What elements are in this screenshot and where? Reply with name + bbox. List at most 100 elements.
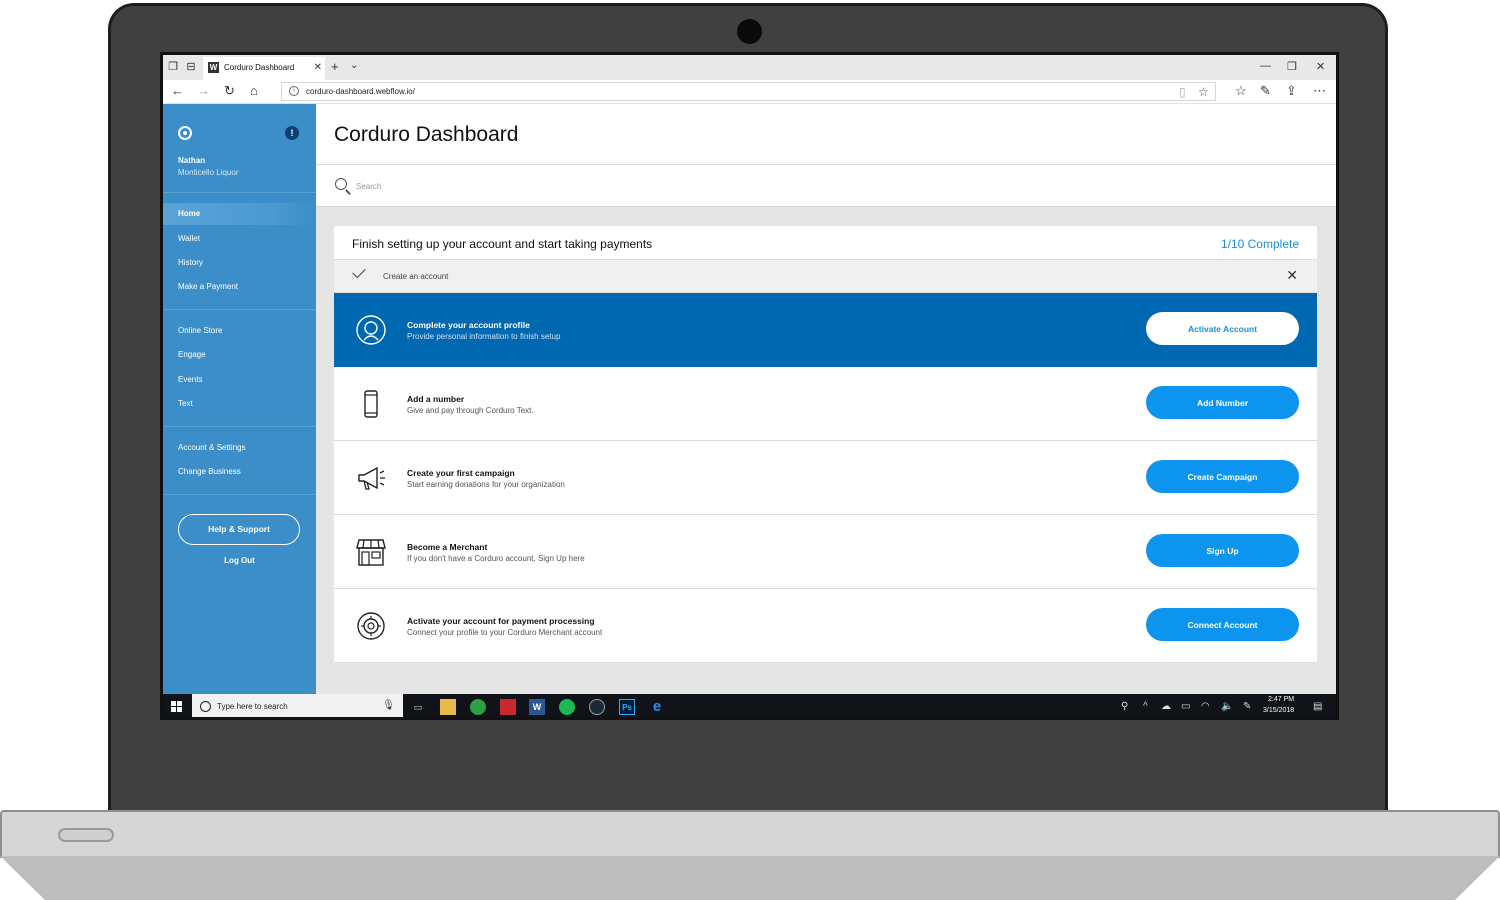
- task-subtitle: Start earning donations for your organiz…: [407, 480, 565, 489]
- mobile-phone-icon: [364, 390, 378, 418]
- connect-account-button[interactable]: Connect Account: [1146, 608, 1299, 641]
- activate-account-button[interactable]: Activate Account: [1146, 312, 1299, 345]
- sidebar-item-history[interactable]: History: [163, 252, 316, 274]
- webpage: ! Nathan Monticello Liquor Home Wallet H…: [163, 104, 1336, 694]
- task-row: Become a Merchant If you don't have a Co…: [334, 515, 1317, 589]
- restore-icon[interactable]: ❐: [1287, 60, 1297, 73]
- chevron-down-icon[interactable]: ⌄: [350, 60, 358, 71]
- create-campaign-button[interactable]: Create Campaign: [1146, 460, 1299, 493]
- sidebar-item-account-settings[interactable]: Account & Settings: [163, 437, 316, 459]
- sidebar-item-wallet[interactable]: Wallet: [163, 228, 316, 250]
- pen-icon[interactable]: ✎: [1260, 84, 1271, 98]
- setup-card-header: Finish setting up your account and start…: [334, 226, 1317, 260]
- sign-up-button[interactable]: Sign Up: [1146, 534, 1299, 567]
- setup-title: Finish setting up your account and start…: [352, 237, 653, 251]
- spotify-icon[interactable]: [559, 699, 575, 715]
- completed-step-label: Create an account: [383, 272, 449, 281]
- refresh-icon[interactable]: ↻: [224, 84, 235, 98]
- sidebar-item-change-business[interactable]: Change Business: [163, 461, 316, 483]
- windows-start-icon[interactable]: [171, 701, 182, 712]
- url-text[interactable]: corduro-dashboard.webflow.io/: [306, 87, 415, 96]
- favorite-star-icon[interactable]: ☆: [1198, 85, 1209, 99]
- search-icon[interactable]: [335, 178, 347, 190]
- sidebar-item-home[interactable]: Home: [163, 203, 316, 225]
- taskbar-search[interactable]: Type here to search 🎙: [192, 694, 403, 717]
- task-title: Activate your account for payment proces…: [407, 616, 595, 626]
- clock-date[interactable]: 3/15/2018: [1263, 707, 1294, 714]
- sidebar-item-text[interactable]: Text: [163, 393, 316, 415]
- sidebar-divider: [163, 426, 316, 427]
- logout-link[interactable]: Log Out: [163, 556, 316, 565]
- browser-tab-bar: ❐ ⊟ W Corduro Dashboard ✕ + ⌄ — ❐ ✕: [163, 55, 1336, 80]
- action-center-icon[interactable]: ▤: [1313, 701, 1322, 712]
- favorites-hub-icon[interactable]: ☆: [1235, 84, 1247, 98]
- browser-tab[interactable]: W Corduro Dashboard ✕: [203, 57, 325, 80]
- webflow-favicon-icon: W: [208, 62, 219, 73]
- more-icon[interactable]: ⋯: [1313, 84, 1326, 98]
- taskbar-search-placeholder[interactable]: Type here to search: [217, 702, 288, 711]
- acrobat-icon[interactable]: [500, 699, 516, 715]
- share-icon[interactable]: ⇪: [1286, 84, 1297, 98]
- add-number-button[interactable]: Add Number: [1146, 386, 1299, 419]
- task-title: Add a number: [407, 394, 465, 404]
- clock-time[interactable]: 2:47 PM: [1268, 696, 1294, 703]
- photoshop-icon[interactable]: Ps: [619, 699, 635, 715]
- task-view-icon[interactable]: ▭: [410, 699, 426, 715]
- sidebar-divider: [163, 192, 316, 193]
- wifi-icon[interactable]: ◠: [1201, 701, 1210, 712]
- search-input[interactable]: [356, 177, 756, 195]
- close-tab-icon[interactable]: ✕: [314, 62, 322, 73]
- volume-icon[interactable]: 🔈: [1221, 701, 1233, 712]
- close-window-icon[interactable]: ✕: [1316, 60, 1325, 73]
- microphone-icon[interactable]: 🎙: [382, 700, 395, 711]
- pen-workspace-icon[interactable]: ✎: [1243, 701, 1251, 712]
- edge-icon[interactable]: e: [649, 699, 665, 715]
- reading-view-icon[interactable]: ▯: [1179, 85, 1186, 99]
- sidebar-divider: [163, 494, 316, 495]
- close-icon[interactable]: ✕: [1286, 267, 1298, 283]
- sidebar-item-events[interactable]: Events: [163, 369, 316, 391]
- tab-title: Corduro Dashboard: [224, 63, 295, 72]
- task-row: Create your first campaign Start earning…: [334, 441, 1317, 515]
- back-icon[interactable]: ←: [171, 84, 184, 98]
- home-icon[interactable]: ⌂: [250, 84, 258, 98]
- alert-badge[interactable]: !: [285, 126, 299, 140]
- task-subtitle: If you don't have a Corduro account, Sig…: [407, 554, 585, 563]
- address-bar[interactable]: i corduro-dashboard.webflow.io/ ▯ ☆: [281, 82, 1216, 101]
- word-icon[interactable]: W: [529, 699, 545, 715]
- task-title: Create your first campaign: [407, 468, 515, 478]
- completed-step-row: Create an account ✕: [334, 260, 1317, 293]
- forward-icon[interactable]: →: [197, 84, 210, 98]
- task-row: Activate your account for payment proces…: [334, 589, 1317, 663]
- chrome-icon[interactable]: [470, 699, 486, 715]
- page-header: Corduro Dashboard: [316, 104, 1336, 165]
- sidebar-item-engage[interactable]: Engage: [163, 344, 316, 366]
- webcam: [737, 19, 762, 44]
- people-icon[interactable]: ⚲: [1121, 701, 1128, 712]
- steam-icon[interactable]: [589, 699, 605, 715]
- user-name: Nathan: [178, 156, 206, 165]
- storefront-icon: [356, 539, 386, 566]
- business-name: Monticello Liquor: [178, 168, 239, 177]
- info-icon[interactable]: i: [289, 86, 299, 96]
- setup-card: Finish setting up your account and start…: [334, 226, 1317, 663]
- laptop-base: [0, 810, 1500, 858]
- help-support-button[interactable]: Help & Support: [178, 514, 300, 545]
- main-content: Corduro Dashboard Finish setting up your…: [316, 104, 1336, 694]
- onedrive-icon[interactable]: ☁: [1161, 701, 1171, 712]
- minimize-icon[interactable]: —: [1260, 60, 1271, 72]
- task-title: Complete your account profile: [407, 320, 530, 330]
- task-subtitle: Connect your profile to your Corduro Mer…: [407, 628, 603, 637]
- tabs-aside-icon[interactable]: ❐: [167, 61, 179, 73]
- battery-icon[interactable]: ▭: [1181, 701, 1190, 712]
- file-explorer-icon[interactable]: [440, 699, 456, 715]
- setup-progress: 1/10 Complete: [1220, 237, 1299, 251]
- tab-preview-icon[interactable]: ⊟: [185, 61, 197, 73]
- task-row: Complete your account profile Provide pe…: [334, 293, 1317, 367]
- sidebar-item-online-store[interactable]: Online Store: [163, 320, 316, 342]
- sidebar-item-make-payment[interactable]: Make a Payment: [163, 276, 316, 298]
- new-tab-icon[interactable]: +: [331, 59, 339, 74]
- corduro-logo-icon[interactable]: [178, 126, 192, 140]
- safe-icon: [357, 612, 385, 640]
- show-hidden-icons-icon[interactable]: ^: [1143, 701, 1148, 712]
